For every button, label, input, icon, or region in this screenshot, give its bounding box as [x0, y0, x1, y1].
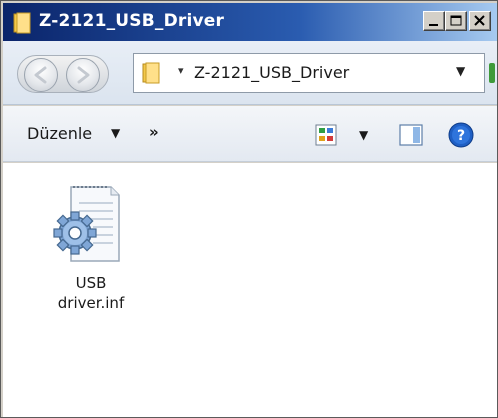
back-button[interactable]	[24, 58, 58, 92]
folder-icon	[13, 12, 31, 34]
breadcrumb-chevron-icon[interactable]: ▾	[178, 64, 184, 77]
views-icon[interactable]	[315, 124, 337, 146]
file-name-line1: USB	[75, 274, 107, 292]
file-name-label[interactable]: USB driver.inf	[41, 273, 141, 313]
address-bar: ▾ Z-2121_USB_Driver ▼	[3, 41, 497, 105]
maximize-button[interactable]	[445, 11, 467, 31]
file-list-area[interactable]: USB driver.inf	[3, 163, 497, 417]
organize-menu-button[interactable]: Düzenle	[27, 124, 92, 143]
organize-dropdown-icon[interactable]: ▼	[111, 126, 120, 140]
refresh-button[interactable]	[489, 63, 495, 83]
help-icon[interactable]: ?	[448, 122, 474, 148]
minimize-button[interactable]	[423, 11, 445, 31]
minimize-icon	[429, 24, 438, 26]
folder-icon	[142, 62, 160, 84]
breadcrumb-path[interactable]: Z-2121_USB_Driver	[194, 63, 349, 82]
settings-file-icon	[53, 186, 120, 262]
back-arrow-icon	[34, 66, 47, 84]
title-bar[interactable]: Z-2121_USB_Driver	[3, 3, 497, 41]
forward-button[interactable]	[66, 58, 100, 92]
command-bar: Düzenle ▼ » ▼ ?	[3, 106, 497, 162]
file-name-line2: driver.inf	[57, 294, 125, 312]
address-path-input[interactable]: ▾ Z-2121_USB_Driver ▼	[133, 53, 485, 93]
maximize-icon	[450, 15, 462, 26]
close-icon	[474, 15, 485, 26]
address-dropdown-icon[interactable]: ▼	[456, 64, 465, 78]
explorer-window: Z-2121_USB_Driver ▾ Z-2121_USB_Driver ▼ …	[0, 0, 498, 418]
preview-pane-icon[interactable]	[399, 124, 423, 146]
window-title: Z-2121_USB_Driver	[39, 11, 225, 31]
svg-text:?: ?	[457, 128, 465, 144]
more-commands-button[interactable]: »	[149, 123, 159, 141]
file-item-usb-driver[interactable]: USB driver.inf	[41, 177, 141, 312]
close-button[interactable]	[469, 11, 491, 31]
forward-arrow-icon	[77, 66, 90, 84]
views-dropdown-icon[interactable]: ▼	[359, 128, 368, 142]
navigation-buttons	[17, 55, 109, 93]
